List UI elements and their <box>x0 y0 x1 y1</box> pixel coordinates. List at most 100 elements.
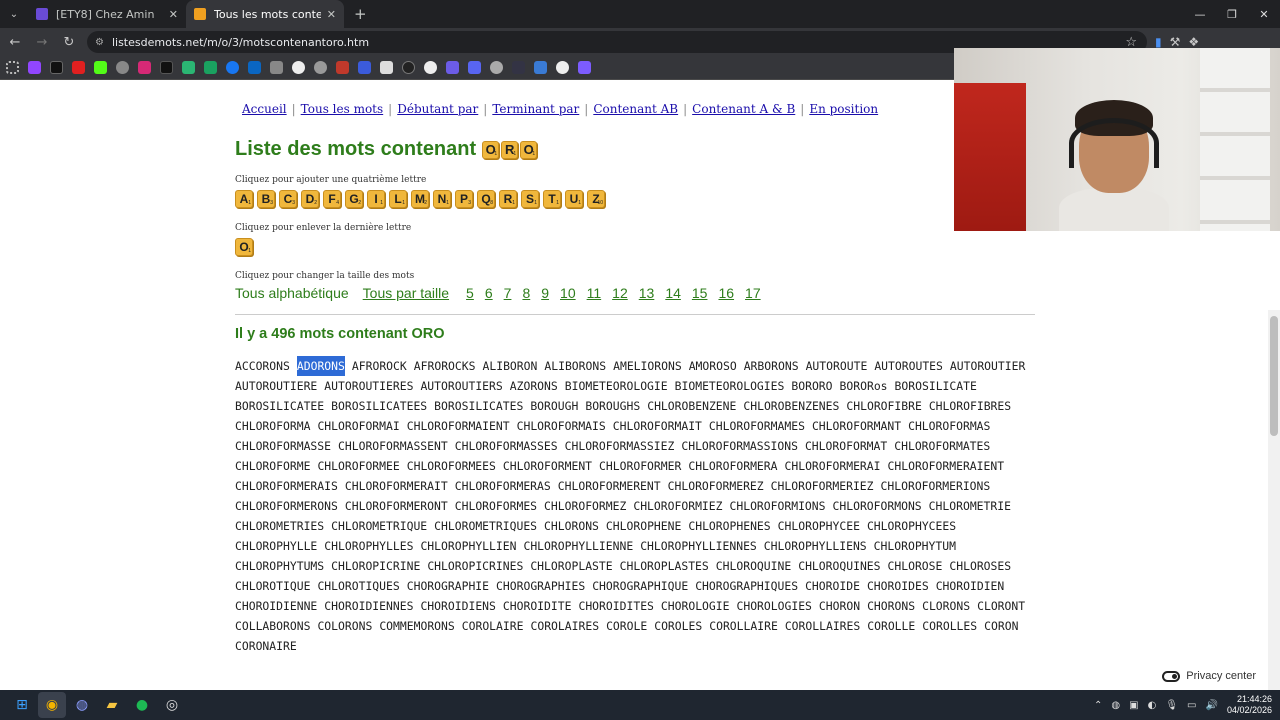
word-link[interactable]: CHLOROFORMENT <box>503 456 592 476</box>
word-link[interactable]: ALIBORON <box>483 356 538 376</box>
word-link[interactable]: CHLOROFORMER <box>599 456 681 476</box>
word-link[interactable]: CHLOROFORMAT <box>805 436 887 456</box>
word-link[interactable]: CHLOROFORMEREZ <box>668 476 764 496</box>
word-link[interactable]: CHLOROPHYCEE <box>778 516 860 536</box>
word-link[interactable]: CHLOROQUINES <box>798 556 880 576</box>
word-link[interactable]: CHLOROFORMERIONS <box>881 476 991 496</box>
scrollbar-thumb[interactable] <box>1270 316 1278 436</box>
add-letter-tile-i[interactable]: I1 <box>367 190 385 208</box>
bookmark-icon[interactable] <box>446 61 459 74</box>
add-letter-tile-r[interactable]: R1 <box>499 190 517 208</box>
word-link[interactable]: CHORONS <box>867 596 915 616</box>
word-link[interactable]: CHOROIDIENS <box>420 596 495 616</box>
restore-icon[interactable]: ❐ <box>1216 0 1248 28</box>
add-letter-tile-t[interactable]: T1 <box>543 190 561 208</box>
size-by-size-link[interactable]: Tous par taille <box>363 285 449 301</box>
extension-icon[interactable]: ⚒ <box>1170 35 1181 49</box>
word-link[interactable]: AUTOROUTIERES <box>324 376 413 396</box>
word-link[interactable]: CHOROIDIENNES <box>324 596 413 616</box>
obs-taskbar-icon[interactable]: ◎ <box>158 692 186 718</box>
word-link[interactable]: CHLOROSES <box>949 556 1011 576</box>
word-link[interactable]: CHOROLOGIES <box>736 596 811 616</box>
word-link[interactable]: CHLOROPHYTUM <box>874 536 956 556</box>
bookmark-icon[interactable] <box>578 61 591 74</box>
add-letter-tile-g[interactable]: G2 <box>345 190 363 208</box>
nav-link-en-position[interactable]: En position <box>809 102 878 116</box>
size-link-12[interactable]: 12 <box>612 285 628 301</box>
word-link[interactable]: CORONAIRE <box>235 636 297 656</box>
add-letter-tile-m[interactable]: M2 <box>411 190 429 208</box>
apps-grid-icon[interactable] <box>6 61 19 74</box>
bookmark-icon[interactable] <box>358 61 371 74</box>
word-link[interactable]: CHLOROFORMASSENT <box>338 436 448 456</box>
volume-icon[interactable]: 🔊 <box>1206 700 1218 711</box>
nav-link-contenant-a-b[interactable]: Contenant A & B <box>692 102 795 116</box>
word-link[interactable]: AZORONS <box>510 376 558 396</box>
size-link-14[interactable]: 14 <box>665 285 681 301</box>
word-link[interactable]: CHOROIDITE <box>503 596 572 616</box>
size-link-10[interactable]: 10 <box>560 285 576 301</box>
word-link[interactable]: BOROUGHS <box>585 396 640 416</box>
word-link[interactable]: CHLOROFORMIONS <box>730 496 826 516</box>
word-link[interactable]: CHLOROPHYLLES <box>324 536 413 556</box>
word-link[interactable]: CHLOROFIBRES <box>929 396 1011 416</box>
word-link[interactable]: BIOMETEOROLOGIE <box>565 376 668 396</box>
word-link[interactable]: BORORos <box>840 376 888 396</box>
word-link[interactable]: CHLOROFORMAI <box>317 416 399 436</box>
word-link[interactable]: BOROSILICATES <box>434 396 523 416</box>
size-link-8[interactable]: 8 <box>522 285 530 301</box>
word-link[interactable]: CHOROIDIENNE <box>235 596 317 616</box>
word-link[interactable]: CHLOROPLASTES <box>620 556 709 576</box>
new-tab-icon[interactable]: + <box>354 5 367 23</box>
word-link[interactable]: BORORO <box>791 376 832 396</box>
word-link[interactable]: CHOROIDES <box>867 576 929 596</box>
bookmark-icon[interactable] <box>490 61 503 74</box>
word-link[interactable]: CHOROIDE <box>805 576 860 596</box>
word-link[interactable]: CHLOROFORMASSES <box>455 436 558 456</box>
word-link[interactable]: CHLOROPHENE <box>606 516 681 536</box>
minimize-icon[interactable]: — <box>1184 0 1216 28</box>
word-link[interactable]: CHLOROMETRIE <box>929 496 1011 516</box>
page-scrollbar[interactable] <box>1268 310 1280 690</box>
word-link[interactable]: CHLOROFORMEZ <box>544 496 626 516</box>
word-link[interactable]: COROLAIRE <box>462 616 524 636</box>
word-link[interactable]: CHLOROFORMERENT <box>558 476 661 496</box>
word-link[interactable]: AUTOROUTE <box>806 356 868 376</box>
word-link[interactable]: CHLOROFORMAIS <box>517 416 606 436</box>
nav-link-debutant-par[interactable]: Débutant par <box>397 102 478 116</box>
size-link-5[interactable]: 5 <box>466 285 474 301</box>
nav-link-accueil[interactable]: Accueil <box>242 102 287 116</box>
tray-chevron-icon[interactable]: ⌃ <box>1094 700 1102 711</box>
word-link[interactable]: CHOROIDIEN <box>936 576 1005 596</box>
bookmark-icon[interactable] <box>204 61 217 74</box>
bookmark-icon[interactable] <box>468 61 481 74</box>
bookmark-icon[interactable] <box>314 61 327 74</box>
tray-app-icon[interactable]: ◐ <box>1148 700 1157 711</box>
word-link[interactable]: CHLOROFORMERONT <box>345 496 448 516</box>
nav-link-terminant-par[interactable]: Terminant par <box>492 102 579 116</box>
x-bookmark-icon[interactable] <box>50 61 63 74</box>
word-link[interactable]: BOROSILICATE <box>895 376 977 396</box>
word-link[interactable]: CLORONT <box>977 596 1025 616</box>
extension-icon[interactable]: ▮ <box>1155 35 1162 49</box>
youtube-bookmark-icon[interactable] <box>72 61 85 74</box>
word-link[interactable]: COROLAIRES <box>530 616 599 636</box>
network-icon[interactable]: ▭ <box>1187 700 1196 711</box>
word-link[interactable]: CHLOROTIQUE <box>235 576 310 596</box>
word-link[interactable]: ACCORONS <box>235 356 290 376</box>
word-link[interactable]: CHOROGRAPHIE <box>407 576 489 596</box>
privacy-center-button[interactable]: Privacy center <box>1158 668 1260 684</box>
kick-bookmark-icon[interactable] <box>94 61 107 74</box>
word-link[interactable]: CHLOROPHYLLE <box>235 536 317 556</box>
word-link[interactable]: CHLOROFORMAIENT <box>407 416 510 436</box>
add-letter-tile-a[interactable]: A1 <box>235 190 253 208</box>
word-link[interactable]: CHLOROFORMAMES <box>709 416 805 436</box>
nav-link-contenant-ab[interactable]: Contenant AB <box>593 102 678 116</box>
tiktok-bookmark-icon[interactable] <box>160 61 173 74</box>
word-link[interactable]: ADORONS <box>296 356 345 376</box>
discord-taskbar-icon[interactable]: ◍ <box>68 692 96 718</box>
word-link[interactable]: CHLOROPHYLLIENS <box>764 536 867 556</box>
word-link[interactable]: CHORON <box>819 596 860 616</box>
word-link[interactable]: AUTOROUTIERE <box>235 376 317 396</box>
size-link-6[interactable]: 6 <box>485 285 493 301</box>
